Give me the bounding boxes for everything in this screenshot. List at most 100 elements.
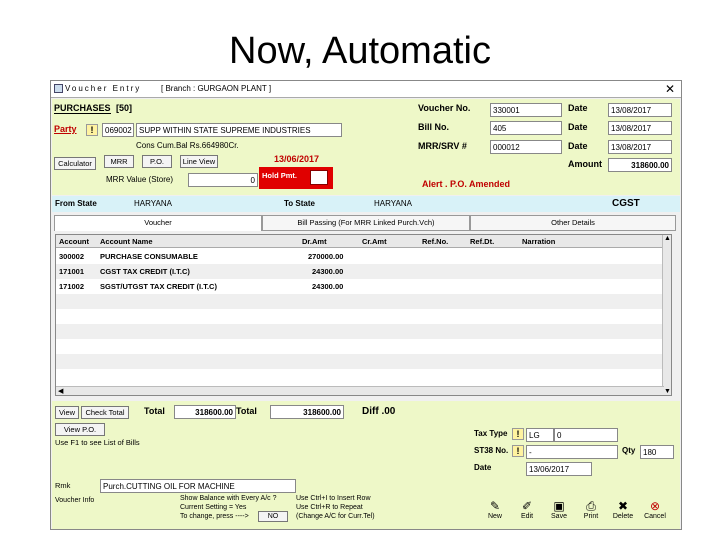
table-row[interactable]: 300002 PURCHASE CONSUMABLE 270000.00 (56, 249, 664, 264)
slide-title: Now, Automatic (229, 30, 491, 72)
view-button[interactable]: View (55, 406, 79, 419)
purchases-label: PURCHASES (54, 103, 111, 114)
voucher-date-field[interactable]: 13/08/2017 (608, 103, 672, 117)
new-button[interactable]: ✎ New (480, 499, 510, 527)
bill-no-field[interactable]: 405 (490, 121, 562, 135)
voucher-header-panel: PURCHASES [50] Party ! 069002 SUPP WITHI… (52, 99, 680, 195)
mrr-value-label: MRR Value (Store) (106, 175, 173, 184)
from-state-value: HARYANA (134, 199, 172, 208)
qty-label: Qty (622, 446, 636, 455)
date-label-3: Date (568, 141, 588, 151)
table-header: Account Account Name Dr.Amt Cr.Amt Ref.N… (56, 235, 664, 248)
tab-bill-passing[interactable]: Bill Passing (For MRR Linked Purch.Vch) (262, 215, 470, 231)
voucher-entry-window: Voucher Entry [ Branch : GURGAON PLANT ]… (50, 80, 682, 530)
party-name-field[interactable]: SUPP WITHIN STATE SUPREME INDUSTRIES (136, 123, 342, 137)
accounts-table: Account Account Name Dr.Amt Cr.Amt Ref.N… (55, 234, 672, 396)
row-account: 171001 (59, 267, 85, 276)
amount-field[interactable]: 318600.00 (608, 158, 672, 172)
tax-type-value-field[interactable]: 0 (554, 428, 618, 442)
tab-other-details[interactable]: Other Details (470, 215, 676, 231)
print-label: Print (583, 513, 599, 520)
remark-field[interactable]: Purch.CUTTING OIL FOR MACHINE (100, 479, 296, 493)
col-dr-amt: Dr.Amt (302, 237, 327, 246)
cons-balance: Cons Cum.Bal Rs.664980Cr. (136, 141, 239, 150)
scroll-up-icon[interactable]: ▲ (664, 235, 671, 242)
edit-label: Edit (520, 513, 534, 520)
qty-field[interactable]: 180 (640, 445, 674, 459)
title-bar: Voucher Entry [ Branch : GURGAON PLANT ]… (51, 81, 681, 98)
close-icon[interactable]: ✕ (665, 82, 675, 96)
alert-message: Alert . P.O. Amended (422, 179, 511, 189)
state-bar: From State HARYANA To State HARYANA CGST (52, 196, 680, 212)
calculator-button[interactable]: Calculator (54, 157, 96, 170)
mrr-button[interactable]: MRR (104, 155, 134, 168)
footer-date-field[interactable]: 13/06/2017 (526, 462, 592, 476)
to-state-value: HARYANA (374, 199, 412, 208)
line-view-button[interactable]: Line View (180, 155, 218, 168)
vertical-scrollbar[interactable]: ▲ ▼ (662, 235, 671, 395)
voucher-no-label: Voucher No. (418, 103, 471, 113)
scroll-left-icon[interactable]: ◀ (58, 387, 63, 395)
bill-date-field[interactable]: 13/08/2017 (608, 121, 672, 135)
date-label-2: Date (568, 122, 588, 132)
print-button[interactable]: ⎙ Print (576, 499, 606, 527)
horizontal-scrollbar[interactable]: ◀ (56, 386, 664, 395)
po-button[interactable]: P.O. (142, 155, 172, 168)
row-dr-amt: 270000.00 (308, 252, 344, 261)
table-row[interactable]: 171002 SGST/UTGST TAX CREDIT (I.T.C) 243… (56, 279, 664, 294)
col-account: Account (59, 237, 89, 246)
col-account-name: Account Name (100, 237, 153, 246)
cancel-button[interactable]: ⊗ Cancel (640, 499, 670, 527)
party-code-field[interactable]: 069002 (102, 123, 134, 137)
current-setting-text: Current Setting = Yes (180, 504, 247, 511)
voucher-no-field[interactable]: 330001 (490, 103, 562, 117)
row-dr-amt: 24300.00 (312, 282, 344, 291)
difference-value: Diff .00 (362, 406, 396, 417)
to-change-text: To change, press ----> (180, 513, 249, 520)
delete-button[interactable]: ✖ Delete (608, 499, 638, 527)
hold-payment-box: Hold Pmt. (259, 167, 333, 189)
scroll-down-icon[interactable]: ▼ (664, 388, 671, 395)
save-label: Save (551, 513, 567, 520)
voucher-info-label: Voucher Info (55, 497, 95, 504)
col-ref-no: Ref.No. (422, 237, 449, 246)
check-total-button[interactable]: Check Total (81, 406, 129, 419)
bill-no-label: Bill No. (418, 122, 449, 132)
party-lookup-icon[interactable]: ! (86, 124, 98, 136)
total-label-1: Total (144, 406, 165, 416)
hold-payment-checkbox[interactable] (310, 170, 328, 185)
f1-hint: Use F1 to see List of Bills (55, 438, 140, 447)
remark-label: Rmk (55, 481, 71, 490)
cancel-icon: ⊗ (649, 499, 661, 513)
tab-strip: Voucher Bill Passing (For MRR Linked Pur… (52, 215, 680, 231)
amount-label: Amount (568, 159, 602, 169)
mrr-value-field[interactable]: 0 (188, 173, 258, 187)
delete-icon: ✖ (617, 499, 629, 513)
no-toggle-button[interactable]: NO (258, 511, 288, 522)
voucher-footer-panel: View Check Total Total 318600.00 Total 3… (52, 401, 680, 529)
st38-label: ST38 No. (474, 446, 509, 455)
empty-row (56, 339, 664, 354)
tax-type-lookup-icon[interactable]: ! (512, 428, 524, 440)
edit-button[interactable]: ✐ Edit (512, 499, 542, 527)
view-po-button[interactable]: View P.O. (55, 423, 105, 436)
empty-row (56, 354, 664, 369)
col-cr-amt: Cr.Amt (362, 237, 387, 246)
st38-lookup-icon[interactable]: ! (512, 445, 524, 457)
st38-field[interactable]: - (526, 445, 618, 459)
footer-date-label: Date (474, 463, 492, 472)
change-ac-hint: (Change A/C for Curr.Tel) (296, 513, 375, 520)
mrr-date-field[interactable]: 13/08/2017 (608, 140, 672, 154)
from-state-label: From State (55, 199, 97, 208)
tax-type-badge: CGST (612, 198, 640, 209)
new-label: New (487, 513, 502, 520)
row-dr-amt: 24300.00 (312, 267, 344, 276)
cancel-label: Cancel (644, 513, 666, 520)
tab-voucher[interactable]: Voucher (54, 215, 262, 231)
col-ref-dt: Ref.Dt. (470, 237, 495, 246)
tax-type-code-field[interactable]: LG (526, 428, 554, 442)
mrr-srv-field[interactable]: 000012 (490, 140, 562, 154)
row-account: 171002 (59, 282, 85, 291)
table-row[interactable]: 171001 CGST TAX CREDIT (I.T.C) 24300.00 (56, 264, 664, 279)
save-button[interactable]: ▣ Save (544, 499, 574, 527)
